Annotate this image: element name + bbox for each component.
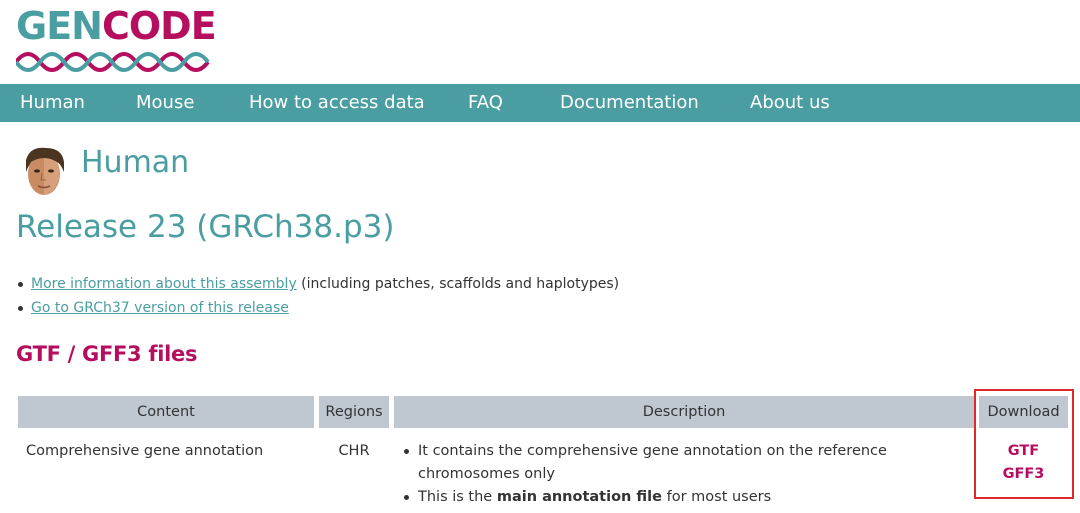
release-links: More information about this assembly (in…	[18, 272, 619, 320]
column-header-regions: Regions	[319, 396, 389, 428]
list-item: It contains the comprehensive gene annot…	[402, 440, 970, 486]
column-header-description: Description	[394, 396, 974, 428]
grch37-version-link[interactable]: Go to GRCh37 version of this release	[31, 300, 289, 316]
nav-how-to-access-data[interactable]: How to access data	[249, 84, 425, 122]
release-title: Release 23 (GRCh38.p3)	[16, 209, 395, 245]
nav-human[interactable]: Human	[20, 84, 85, 122]
logo-text: GENCODE	[16, 4, 217, 48]
main-navbar: Human Mouse How to access data FAQ Docum…	[0, 84, 1080, 122]
gencode-logo[interactable]: GENCODE	[16, 4, 217, 78]
download-highlight-box	[974, 389, 1074, 499]
nav-mouse[interactable]: Mouse	[136, 84, 194, 122]
nav-documentation[interactable]: Documentation	[560, 84, 699, 122]
nav-faq[interactable]: FAQ	[468, 84, 503, 122]
species-title: Human	[81, 145, 190, 180]
cell-regions: CHR	[338, 443, 370, 459]
list-item: This is the main annotation file for mos…	[402, 486, 970, 509]
list-item: Go to GRCh37 version of this release	[18, 296, 619, 320]
section-title: GTF / GFF3 files	[16, 342, 198, 366]
column-header-content: Content	[18, 396, 314, 428]
double-helix-icon	[16, 52, 210, 72]
nav-about-us[interactable]: About us	[750, 84, 830, 122]
human-face-icon	[20, 146, 68, 198]
list-item: More information about this assembly (in…	[18, 272, 619, 296]
cell-description: It contains the comprehensive gene annot…	[402, 440, 970, 509]
assembly-info-link[interactable]: More information about this assembly	[31, 276, 297, 292]
cell-content: Comprehensive gene annotation	[26, 443, 264, 459]
assembly-info-suffix: (including patches, scaffolds and haplot…	[296, 276, 620, 292]
